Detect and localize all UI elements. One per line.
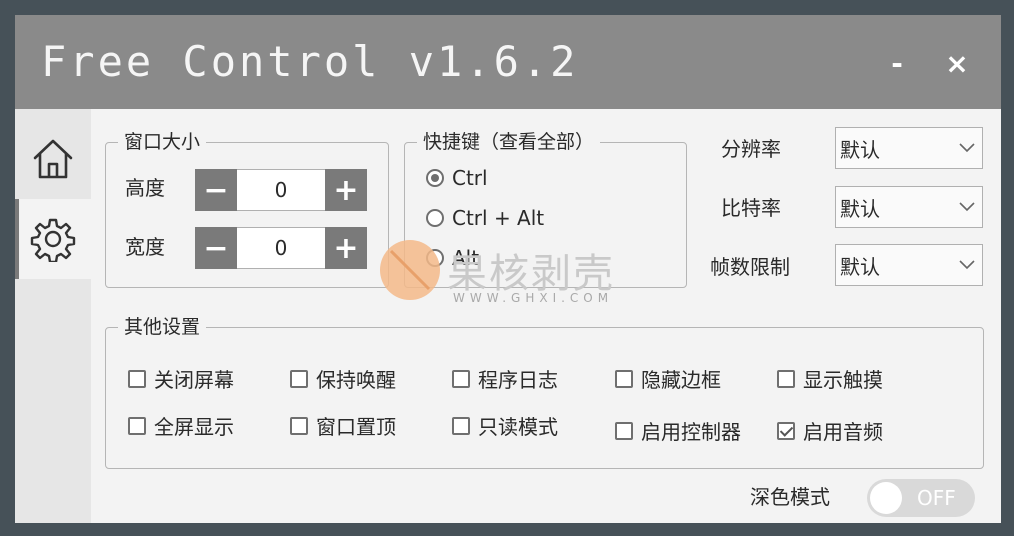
checkbox-hide-border[interactable]: 隐藏边框 (615, 364, 721, 393)
height-input[interactable]: 0 (237, 169, 325, 211)
checkbox-label: 关闭屏幕 (154, 368, 234, 392)
hotkey-title[interactable]: 快捷键（查看全部） (417, 129, 601, 155)
home-icon (33, 139, 73, 179)
checkbox-icon (128, 369, 146, 388)
checkbox-label: 显示触摸 (803, 368, 883, 392)
height-decrement-button[interactable]: − (195, 169, 237, 211)
gear-icon (30, 218, 76, 262)
checkbox-close-screen[interactable]: 关闭屏幕 (128, 364, 234, 393)
close-button[interactable]: × (939, 45, 975, 81)
radio-selected-icon (426, 169, 444, 187)
chevron-down-icon (952, 260, 982, 270)
checkbox-icon (290, 369, 308, 388)
resolution-value: 默认 (840, 137, 880, 162)
checkbox-checked-icon (777, 421, 795, 440)
fps-limit-label: 帧数限制 (710, 255, 790, 279)
checkbox-fullscreen[interactable]: 全屏显示 (128, 411, 234, 440)
checkbox-keep-awake[interactable]: 保持唤醒 (290, 364, 396, 393)
app-window: Free Control v1.6.2 - × 窗口大小 高度 − 0 + 宽度… (15, 15, 1001, 523)
height-increment-button[interactable]: + (325, 169, 367, 211)
checkbox-label: 启用控制器 (641, 420, 741, 444)
watermark-url: WWW.GHXI.COM (453, 291, 614, 305)
checkbox-icon (615, 369, 633, 388)
toggle-knob (870, 482, 902, 514)
window-size-title: 窗口大小 (118, 129, 207, 155)
bitrate-label: 比特率 (721, 196, 781, 220)
other-settings-title: 其他设置 (118, 314, 207, 340)
checkbox-icon (615, 421, 633, 440)
checkbox-label: 保持唤醒 (316, 368, 396, 392)
checkbox-label: 程序日志 (478, 368, 558, 392)
checkbox-show-touch[interactable]: 显示触摸 (777, 364, 883, 393)
checkbox-label: 全屏显示 (154, 415, 234, 439)
hotkey-option-label: Ctrl (452, 166, 488, 190)
hotkey-option-label: Ctrl + Alt (452, 206, 545, 230)
checkbox-enable-controller[interactable]: 启用控制器 (615, 416, 741, 445)
bitrate-value: 默认 (840, 196, 880, 221)
checkbox-label: 只读模式 (478, 415, 558, 439)
chevron-down-icon (952, 202, 982, 212)
dark-mode-toggle[interactable]: OFF (867, 479, 975, 517)
sidebar-item-settings[interactable] (15, 199, 91, 279)
toggle-state-label: OFF (917, 486, 956, 510)
checkbox-icon (128, 416, 146, 435)
hotkey-option-ctrl-alt[interactable]: Ctrl + Alt (426, 206, 544, 230)
dark-mode-label: 深色模式 (750, 485, 830, 509)
width-input[interactable]: 0 (237, 227, 325, 269)
height-label: 高度 (125, 176, 165, 200)
height-stepper: − 0 + (195, 169, 369, 211)
fps-limit-value: 默认 (840, 254, 880, 279)
chevron-down-icon (952, 143, 982, 153)
checkbox-enable-audio[interactable]: 启用音频 (777, 416, 883, 445)
checkbox-label: 隐藏边框 (641, 368, 721, 392)
radio-unselected-icon (426, 209, 444, 227)
resolution-select[interactable]: 默认 (835, 127, 983, 169)
bitrate-select[interactable]: 默认 (835, 186, 983, 228)
width-label: 宽度 (125, 235, 165, 259)
minimize-button[interactable]: - (879, 45, 915, 81)
checkbox-label: 窗口置顶 (316, 415, 396, 439)
width-decrement-button[interactable]: − (195, 227, 237, 269)
checkbox-icon (452, 369, 470, 388)
hotkey-option-ctrl[interactable]: Ctrl (426, 166, 488, 190)
checkbox-icon (777, 369, 795, 388)
radio-unselected-icon (426, 249, 444, 267)
fps-limit-select[interactable]: 默认 (835, 244, 983, 286)
checkbox-program-log[interactable]: 程序日志 (452, 364, 558, 393)
checkbox-icon (452, 416, 470, 435)
hotkey-option-label: Alt (452, 246, 480, 270)
sidebar-item-home[interactable] (15, 119, 91, 199)
other-settings-group: 其他设置 (105, 314, 984, 469)
width-stepper: − 0 + (195, 227, 369, 269)
checkbox-icon (290, 416, 308, 435)
resolution-label: 分辨率 (721, 137, 781, 161)
width-increment-button[interactable]: + (325, 227, 367, 269)
sidebar (15, 109, 91, 523)
hotkey-option-alt[interactable]: Alt (426, 246, 479, 270)
app-title: Free Control v1.6.2 (41, 37, 579, 86)
title-bar[interactable]: Free Control v1.6.2 - × (15, 15, 1001, 109)
checkbox-always-on-top[interactable]: 窗口置顶 (290, 411, 396, 440)
checkbox-read-only[interactable]: 只读模式 (452, 411, 558, 440)
checkbox-label: 启用音频 (803, 420, 883, 444)
